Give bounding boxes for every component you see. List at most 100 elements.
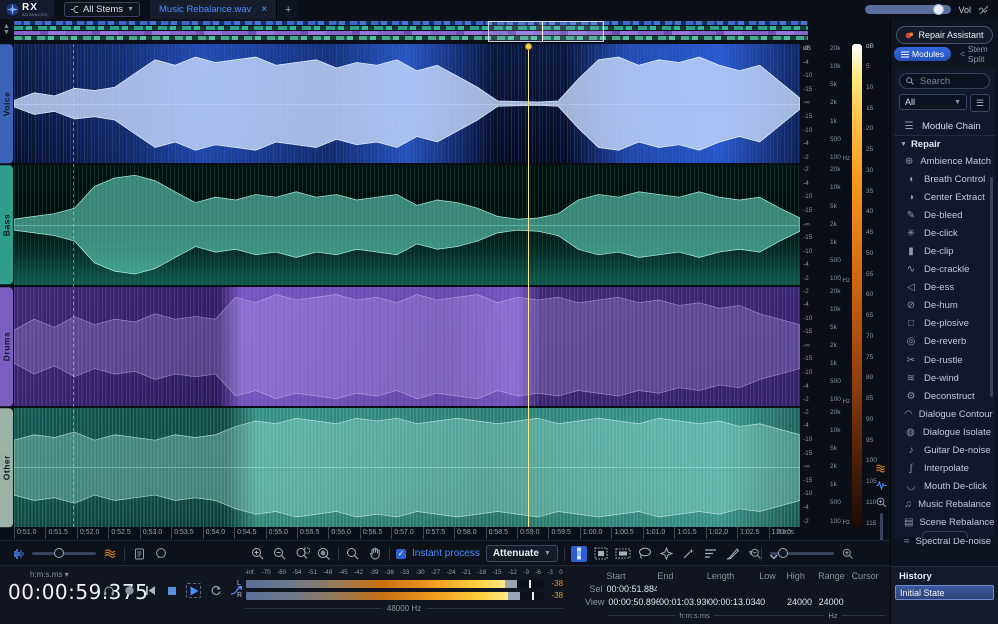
- module-list-item[interactable]: ♪ Guitar De-noise: [894, 442, 995, 460]
- tool-time-freq-select[interactable]: [593, 546, 609, 562]
- module-list-item[interactable]: ◍ Dialogue Isolate: [894, 423, 995, 441]
- loop-playback-button[interactable]: [209, 584, 222, 597]
- module-label: De-hum: [924, 300, 958, 311]
- monitor-signal-icon[interactable]: [978, 5, 990, 15]
- blend-slider[interactable]: [32, 552, 96, 555]
- stop-button[interactable]: [165, 584, 178, 597]
- overview-strip[interactable]: [14, 21, 808, 42]
- overview-viewport[interactable]: [488, 21, 604, 42]
- play-button[interactable]: [186, 583, 201, 598]
- meter-scale-tick: -39: [370, 569, 379, 576]
- tool-lasso[interactable]: [637, 546, 653, 562]
- volume-knob[interactable]: [933, 4, 944, 15]
- file-overview[interactable]: ▲▼: [0, 19, 890, 44]
- tool-magic-wand[interactable]: [659, 546, 675, 562]
- module-list-item[interactable]: ≋ De-wind: [894, 369, 995, 387]
- list-view-toggle[interactable]: ☰: [970, 94, 990, 112]
- file-tab[interactable]: Music Rebalance.wav ×: [150, 0, 276, 19]
- search-input[interactable]: [918, 75, 983, 88]
- volume-slider[interactable]: [865, 5, 951, 14]
- module-list-item[interactable]: ▤ Scene Rebalance: [894, 514, 995, 532]
- lane-voice-spectrogram[interactable]: [14, 44, 800, 163]
- blend-slider-knob[interactable]: [54, 548, 64, 558]
- module-search[interactable]: [899, 73, 990, 89]
- module-list-item[interactable]: ◖ Breath Control: [894, 170, 995, 188]
- spectrogram-options-icon[interactable]: [102, 546, 118, 562]
- zoom-selection-icon[interactable]: [294, 546, 310, 562]
- time-ruler[interactable]: 0:51.00:51.50:52.00:52.50:53.00:53.50:54…: [14, 527, 800, 540]
- tool-wand[interactable]: [681, 546, 697, 562]
- instant-process-label[interactable]: Instant process: [412, 548, 480, 559]
- spectrogram-settings-icon[interactable]: [875, 462, 887, 474]
- waveform-spectrogram-blend-icon[interactable]: [10, 546, 26, 562]
- meter-scale-tick: -42: [354, 569, 363, 576]
- tool-wide-select[interactable]: [615, 546, 631, 562]
- comment-bubble-icon[interactable]: [153, 546, 169, 562]
- vertical-zoom-in-icon[interactable]: [875, 496, 887, 508]
- panel-drag-handle[interactable]: [922, 531, 968, 538]
- module-list-item[interactable]: ♫ Music Rebalance: [894, 496, 995, 514]
- module-list-item[interactable]: ◎ De-reverb: [894, 333, 995, 351]
- h-zoom-knob[interactable]: [778, 548, 788, 558]
- h-zoom-out-icon[interactable]: [748, 546, 764, 562]
- waveform-view-icon[interactable]: [875, 479, 887, 491]
- module-list-item[interactable]: ∿ De-crackle: [894, 261, 995, 279]
- tool-gain-lines[interactable]: [703, 546, 719, 562]
- zoom-out-icon[interactable]: [272, 546, 288, 562]
- module-list-item[interactable]: ▮ De-clip: [894, 242, 995, 260]
- track-tab-voice[interactable]: Voice: [0, 44, 13, 163]
- time-format-dropdown[interactable]: h:m:s.ms ▾: [30, 570, 69, 579]
- instant-process-checkbox[interactable]: ✓: [396, 549, 406, 559]
- zoom-fit-icon[interactable]: [316, 546, 332, 562]
- module-list-item[interactable]: ✂ De-rustle: [894, 351, 995, 369]
- track-tab-other[interactable]: Other: [0, 408, 13, 527]
- module-list-item[interactable]: ◠ Dialogue Contour: [894, 405, 995, 423]
- module-list-scrollbar[interactable]: [990, 177, 993, 397]
- module-list-item[interactable]: □ De-plosive: [894, 315, 995, 333]
- colorbar-tick: 10: [866, 85, 873, 92]
- zoom-in-icon[interactable]: [250, 546, 266, 562]
- h-zoom-in-icon[interactable]: [840, 546, 856, 562]
- module-list-item[interactable]: ◡ Mouth De-click: [894, 478, 995, 496]
- track-tab-bass[interactable]: Bass: [0, 165, 13, 284]
- module-list-item[interactable]: ◑ Center Extract: [894, 188, 995, 206]
- category-filter-dropdown[interactable]: All ▼: [899, 94, 967, 110]
- track-lanes[interactable]: [14, 44, 800, 527]
- module-list-item[interactable]: ✎ De-bleed: [894, 206, 995, 224]
- repair-assistant-button[interactable]: Repair Assistant: [896, 26, 993, 44]
- playhead[interactable]: [528, 44, 529, 527]
- tab-stem-split[interactable]: Stem Split: [953, 47, 998, 61]
- h-zoom-slider[interactable]: [770, 552, 834, 555]
- return-to-start-button[interactable]: [144, 584, 157, 597]
- monitor-headphones-icon[interactable]: [102, 584, 115, 597]
- module-list-item[interactable]: ⊕ Ambience Match: [894, 152, 995, 170]
- module-label: Center Extract: [924, 192, 985, 203]
- process-mode-dropdown[interactable]: Attenuate ▼: [486, 545, 558, 562]
- history-item-selected[interactable]: Initial State: [895, 585, 994, 600]
- module-list-item[interactable]: ✳ De-click: [894, 224, 995, 242]
- hand-grab-icon[interactable]: [367, 546, 383, 562]
- playhead-handle[interactable]: [525, 43, 532, 50]
- repair-section-header[interactable]: ▼ Repair: [894, 135, 995, 152]
- module-list-item[interactable]: ◁ De-ess: [894, 279, 995, 297]
- module-list-item[interactable]: ∫ Interpolate: [894, 460, 995, 478]
- track-tab-drums[interactable]: Drums: [0, 287, 13, 406]
- tab-modules[interactable]: Modules: [894, 47, 951, 61]
- module-list-item[interactable]: ⊘ De-hum: [894, 297, 995, 315]
- spectrogram-colorbar[interactable]: [852, 44, 862, 527]
- output-meters[interactable]: -inf.-70-60-54-51-48-45-42-39-36-33-30-2…: [237, 569, 563, 613]
- lane-drums-spectrogram[interactable]: [14, 287, 800, 406]
- record-button[interactable]: [123, 584, 136, 597]
- module-list-item[interactable]: ⚙ Deconstruct: [894, 387, 995, 405]
- stems-dropdown[interactable]: All Stems ▼: [64, 2, 140, 17]
- new-tab-button[interactable]: +: [276, 0, 299, 19]
- lane-bass-spectrogram[interactable]: [14, 165, 800, 284]
- tool-brush[interactable]: [725, 546, 741, 562]
- clipboard-doc-icon[interactable]: [131, 546, 147, 562]
- overview-collapse-icon[interactable]: ▲▼: [3, 24, 10, 36]
- tab-close-icon[interactable]: ×: [261, 4, 267, 15]
- magnify-tool-icon[interactable]: [345, 546, 361, 562]
- module-chain-item[interactable]: ☰ Module Chain: [894, 118, 995, 135]
- lane-other-spectrogram[interactable]: [14, 408, 800, 527]
- tool-time-select[interactable]: [571, 546, 587, 562]
